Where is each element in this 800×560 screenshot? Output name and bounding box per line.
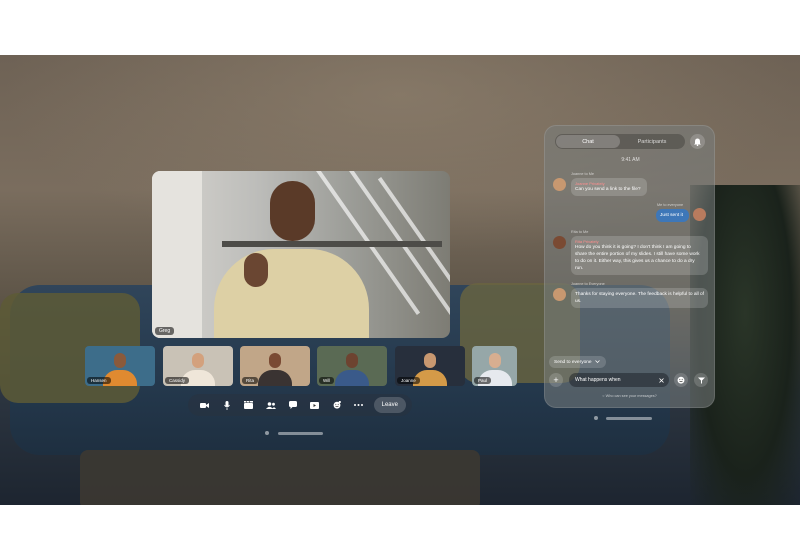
reactions-icon[interactable] bbox=[326, 396, 348, 414]
participant-head bbox=[269, 353, 281, 368]
message-text: Thanks for staying everyone. The feedbac… bbox=[575, 292, 704, 304]
leave-button[interactable]: Leave bbox=[373, 397, 406, 413]
participant-body bbox=[258, 370, 292, 386]
speaker-body bbox=[214, 249, 369, 338]
message-bubble: Joanne Privately Can you send a link to … bbox=[571, 178, 647, 196]
video-camera-icon[interactable] bbox=[194, 396, 216, 414]
window-close-dot[interactable] bbox=[265, 431, 269, 435]
send-to-label: Send to everyone bbox=[554, 359, 592, 365]
participant-thumbnail[interactable]: Cassidy bbox=[163, 346, 233, 386]
privacy-link[interactable]: ○ Who can see your messages? bbox=[544, 394, 715, 398]
participant-name-tag: Joanne bbox=[397, 377, 420, 384]
clapperboard-icon[interactable] bbox=[238, 396, 260, 414]
clear-icon[interactable] bbox=[657, 376, 665, 384]
speaker-name-tag: Greg bbox=[155, 327, 175, 335]
participant-head bbox=[424, 353, 436, 368]
tab-participants[interactable]: Participants bbox=[620, 135, 684, 148]
chat-bubble-icon[interactable] bbox=[282, 396, 304, 414]
participant-thumbnail[interactable]: Joanne bbox=[395, 346, 465, 386]
message-input[interactable] bbox=[569, 373, 669, 387]
chat-tab-switcher: Chat Participants bbox=[555, 134, 685, 149]
message-bubble: Rita Privately How do you think it is go… bbox=[571, 236, 708, 275]
avatar bbox=[553, 288, 566, 301]
share-screen-icon[interactable] bbox=[304, 396, 326, 414]
message-meta: Joanne to Me bbox=[571, 172, 595, 176]
more-icon[interactable] bbox=[348, 396, 370, 414]
avatar bbox=[693, 208, 706, 221]
avatar bbox=[553, 178, 566, 191]
message-bubble-outgoing: Just sent it bbox=[656, 209, 689, 222]
chat-window-handle[interactable] bbox=[594, 416, 654, 420]
message-text: How do you think it is going? I don't th… bbox=[575, 245, 700, 271]
microphone-icon[interactable] bbox=[216, 396, 238, 414]
participant-name-tag: Paul bbox=[474, 377, 492, 384]
message-text: Just sent it bbox=[660, 213, 683, 218]
video-railing bbox=[222, 241, 442, 247]
plus-icon: + bbox=[553, 375, 559, 385]
emoji-button[interactable] bbox=[674, 373, 688, 387]
window-drag-bar[interactable] bbox=[278, 432, 323, 435]
participant-thumbnail-strip: Hansen Cassidy Rita Will Joanne Paul bbox=[85, 346, 525, 386]
chat-timestamp: 9:41 AM bbox=[621, 157, 640, 163]
add-attachment-button[interactable]: + bbox=[549, 373, 563, 387]
emoji-icon bbox=[677, 376, 685, 384]
send-to-dropdown[interactable]: Send to everyone bbox=[549, 356, 606, 368]
chevron-down-icon bbox=[594, 359, 600, 365]
participant-head bbox=[346, 353, 358, 368]
main-speaker-video[interactable]: Greg bbox=[152, 171, 450, 338]
participant-thumbnail[interactable]: Will bbox=[317, 346, 387, 386]
call-toolbar: Leave bbox=[188, 394, 412, 416]
participant-body bbox=[335, 370, 369, 386]
message-bubble: Thanks for staying everyone. The feedbac… bbox=[571, 288, 708, 308]
participant-thumbnail[interactable]: Hansen bbox=[85, 346, 155, 386]
privacy-text: Who can see your messages? bbox=[605, 394, 657, 398]
people-icon[interactable] bbox=[260, 396, 282, 414]
chat-window-drag-bar[interactable] bbox=[606, 417, 652, 420]
window-handle[interactable] bbox=[265, 431, 325, 435]
send-icon bbox=[697, 377, 705, 383]
avatar bbox=[553, 236, 566, 249]
participant-name-tag: Hansen bbox=[87, 377, 111, 384]
speaker-hand bbox=[244, 253, 268, 287]
video-wall bbox=[152, 171, 202, 338]
participant-name-tag: Cassidy bbox=[165, 377, 190, 384]
participant-head bbox=[114, 353, 126, 368]
participant-head bbox=[192, 353, 204, 368]
message-meta: Me to everyone bbox=[657, 203, 684, 207]
coffee-table bbox=[80, 450, 480, 505]
message-meta: Joanne to Everyone bbox=[571, 282, 605, 286]
tab-chat[interactable]: Chat bbox=[556, 135, 620, 148]
speaker-head bbox=[270, 181, 315, 241]
send-button[interactable] bbox=[694, 373, 708, 387]
participant-head bbox=[488, 353, 501, 368]
participant-name-tag: Rita bbox=[242, 377, 259, 384]
lock-icon: ○ bbox=[602, 394, 605, 398]
chat-window-close-dot[interactable] bbox=[594, 416, 598, 420]
participant-thumbnail[interactable]: Rita bbox=[240, 346, 310, 386]
message-meta: Rita to Me bbox=[571, 230, 589, 234]
message-text: Can you send a link to the file? bbox=[575, 187, 641, 192]
participant-name-tag: Will bbox=[319, 377, 335, 384]
participant-thumbnail[interactable]: Paul bbox=[472, 346, 517, 386]
bell-icon[interactable] bbox=[690, 134, 705, 149]
